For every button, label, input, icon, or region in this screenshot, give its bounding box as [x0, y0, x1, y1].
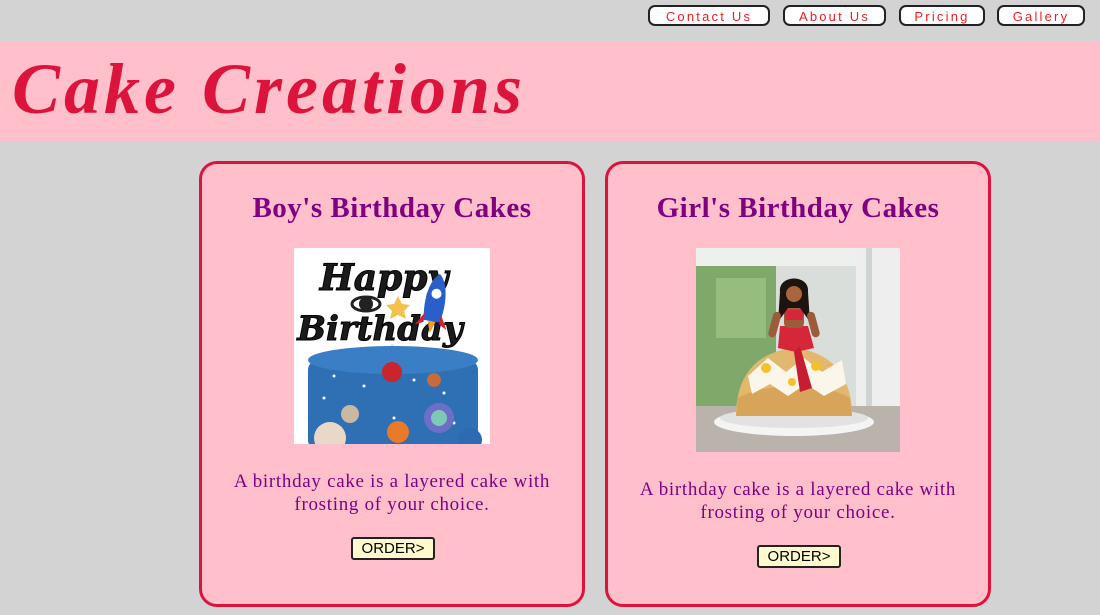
nav-contact-us-button[interactable]: Contact Us	[648, 5, 770, 26]
boys-cake-image: Happy Birthday	[294, 248, 490, 444]
nav-pricing-button[interactable]: Pricing	[899, 5, 985, 26]
header-banner: Cake Creations	[0, 41, 1100, 141]
card-girls-birthday-cakes: Girl's Birthday Cakes A birthday cake is…	[605, 161, 991, 607]
card-title: Girl's Birthday Cakes	[656, 192, 940, 224]
card-boys-birthday-cakes: Boy's Birthday Cakes Happy Birthday A bi…	[199, 161, 585, 607]
top-nav: Contact Us About Us Pricing Gallery	[640, 5, 1100, 27]
nav-about-us-button[interactable]: About Us	[783, 5, 886, 26]
nav-gallery-button[interactable]: Gallery	[997, 5, 1085, 26]
site-title: Cake Creations	[12, 49, 527, 129]
order-button[interactable]: ORDER>	[757, 545, 841, 568]
card-description: A birthday cake is a layered cake with f…	[233, 471, 551, 515]
order-button[interactable]: ORDER>	[351, 537, 435, 560]
card-title: Boy's Birthday Cakes	[252, 192, 532, 224]
card-description: A birthday cake is a layered cake with f…	[639, 479, 957, 523]
girls-cake-image	[696, 248, 900, 452]
